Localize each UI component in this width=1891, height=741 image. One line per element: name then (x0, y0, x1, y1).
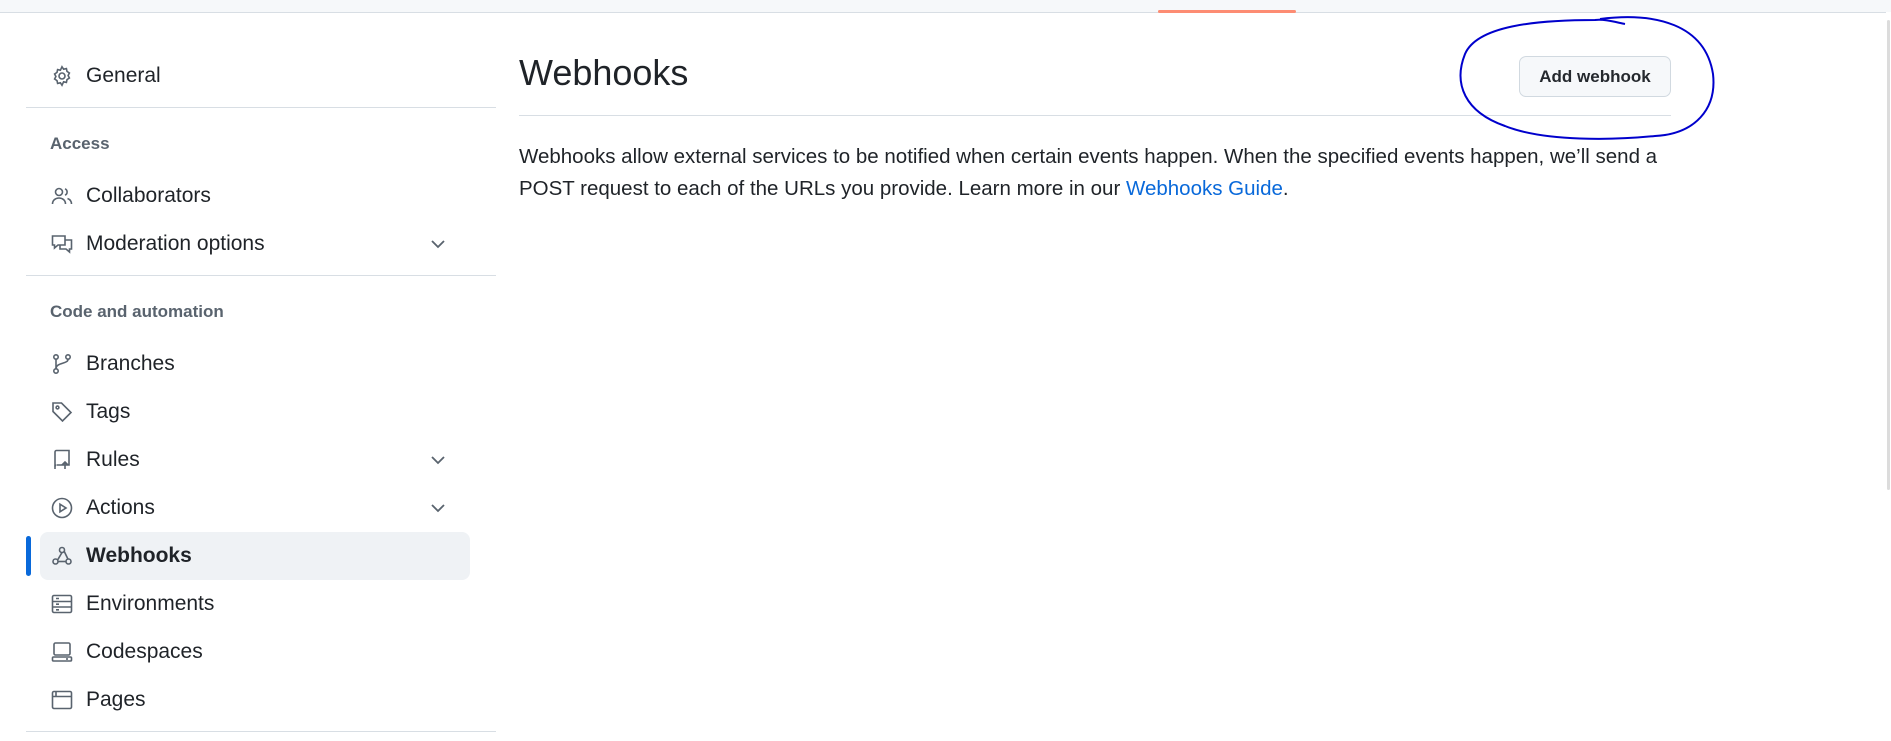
sidebar-item-environments[interactable]: Environments (40, 580, 470, 628)
sidebar-divider (26, 731, 496, 732)
codespaces-icon (50, 640, 74, 664)
browser-icon (50, 688, 74, 712)
sidebar-item-pages[interactable]: Pages (40, 676, 470, 724)
webhooks-description: Webhooks allow external services to be n… (519, 141, 1684, 205)
top-navigation-bar (0, 0, 1891, 13)
sidebar-item-label: Pages (86, 688, 146, 711)
title-divider (519, 115, 1671, 116)
sidebar-item-label: Branches (86, 352, 175, 375)
gear-icon (50, 64, 74, 88)
sidebar-item-label: General (86, 64, 161, 87)
sidebar-item-label: Tags (86, 400, 131, 423)
git-branch-icon (50, 352, 74, 376)
chevron-down-icon[interactable] (426, 448, 450, 472)
section-title-access: Access (50, 134, 110, 153)
page-title: Webhooks (519, 52, 689, 93)
chevron-down-icon[interactable] (426, 496, 450, 520)
sidebar-item-label: Actions (86, 496, 155, 519)
scrollbar[interactable] (1886, 12, 1891, 741)
sidebar-item-label: Collaborators (86, 184, 211, 207)
active-indicator (26, 536, 31, 576)
server-icon (50, 592, 74, 616)
sidebar-item-codespaces[interactable]: Codespaces (40, 628, 470, 676)
sidebar-item-actions[interactable]: Actions (40, 484, 470, 532)
comment-discussion-icon (50, 232, 74, 256)
sidebar-item-label: Rules (86, 448, 140, 471)
webhooks-guide-link[interactable]: Webhooks Guide (1126, 177, 1283, 200)
sidebar-item-rules[interactable]: Rules (40, 436, 470, 484)
sidebar-item-webhooks[interactable]: Webhooks (40, 532, 470, 580)
sidebar-item-label: Webhooks (86, 544, 192, 567)
tag-icon (50, 400, 74, 424)
sidebar-item-collaborators[interactable]: Collaborators (40, 172, 470, 220)
sidebar-item-general[interactable]: General (40, 52, 470, 100)
description-text: Webhooks allow external services to be n… (519, 145, 1658, 200)
sidebar-item-moderation-options[interactable]: Moderation options (40, 220, 470, 268)
sidebar-item-label: Environments (86, 592, 215, 615)
webhook-icon (50, 544, 74, 568)
section-title-code-and-automation: Code and automation (50, 302, 224, 321)
scrollbar-thumb[interactable] (1887, 20, 1890, 490)
add-webhook-button[interactable]: Add webhook (1519, 56, 1671, 97)
active-tab-underline (1158, 10, 1296, 13)
sidebar-divider (26, 275, 496, 276)
sidebar-divider (26, 107, 496, 108)
description-period: . (1282, 177, 1289, 200)
sidebar-item-label: Moderation options (86, 232, 265, 255)
people-icon (50, 184, 74, 208)
play-icon (50, 496, 74, 520)
repo-push-icon (50, 448, 74, 472)
sidebar-item-branches[interactable]: Branches (40, 340, 470, 388)
sidebar-item-tags[interactable]: Tags (40, 388, 470, 436)
chevron-down-icon[interactable] (426, 232, 450, 256)
sidebar-item-label: Codespaces (86, 640, 203, 663)
